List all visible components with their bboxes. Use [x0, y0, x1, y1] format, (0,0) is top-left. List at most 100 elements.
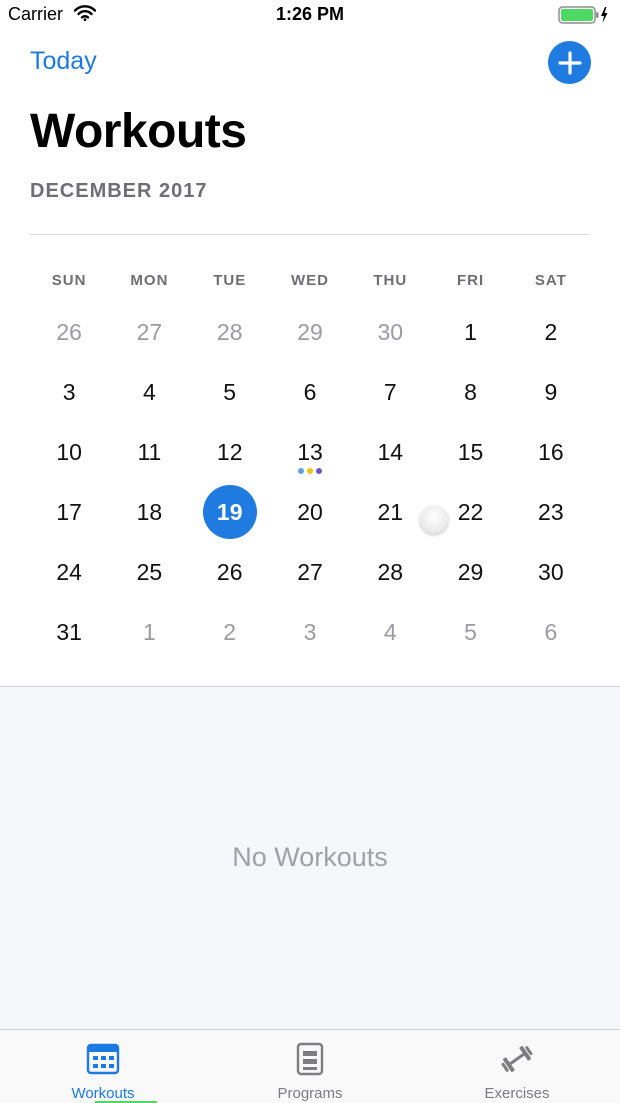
day-number: 18 [136, 498, 163, 525]
day-number: 28 [216, 318, 243, 345]
day-number: 5 [223, 378, 237, 405]
weekday-label: SAT [534, 272, 567, 289]
day-number: 10 [56, 438, 82, 465]
day-cell[interactable]: 8 [430, 362, 510, 422]
status-time: 1:26 PM [275, 4, 345, 24]
tab-bar: Workouts Programs Exercises [0, 1029, 620, 1103]
day-cell[interactable]: 5 [430, 602, 510, 662]
day-cell[interactable]: 12 [190, 422, 270, 482]
weekday-label: WED [290, 272, 329, 289]
day-cell[interactable]: 27 [270, 542, 350, 602]
day-cell[interactable]: 3 [29, 362, 109, 422]
day-cell[interactable]: 1 [109, 602, 189, 662]
day-cell[interactable]: 13 [270, 422, 350, 482]
weekday-label: TUE [213, 272, 247, 289]
day-cell[interactable]: 29 [430, 542, 510, 602]
day-cell[interactable]: 2 [190, 602, 270, 662]
tab-label: Exercises [484, 1085, 550, 1102]
day-number: 19 [216, 498, 243, 525]
tab-label: Programs [277, 1085, 343, 1102]
day-number: 26 [56, 318, 82, 345]
day-cell[interactable]: 16 [511, 422, 591, 482]
day-cell[interactable]: 11 [109, 422, 189, 482]
day-cell[interactable]: 4 [350, 602, 430, 662]
tab-workouts[interactable]: Workouts [40, 1030, 166, 1103]
battery-icon [558, 5, 610, 30]
day-cell[interactable]: 30 [511, 542, 591, 602]
day-cell[interactable]: 14 [350, 422, 430, 482]
day-cell[interactable]: 26 [190, 542, 270, 602]
day-number: 15 [457, 438, 484, 465]
day-cell[interactable]: 26 [29, 302, 109, 362]
day-number: 27 [297, 558, 323, 585]
day-cell[interactable]: 29 [270, 302, 350, 362]
event-dot [297, 468, 304, 474]
day-cell[interactable]: 21 [350, 482, 430, 542]
day-cell[interactable]: 10 [29, 422, 109, 482]
day-cell[interactable]: 18 [109, 482, 189, 542]
day-number: 29 [457, 558, 484, 585]
day-cell[interactable]: 9 [511, 362, 591, 422]
day-cell[interactable]: 4 [109, 362, 189, 422]
day-number: 9 [544, 378, 558, 405]
day-cell[interactable]: 7 [350, 362, 430, 422]
day-number: 16 [538, 438, 564, 465]
day-cell[interactable]: 15 [430, 422, 510, 482]
weekday-header-row: SUN MON TUE WED THU FRI SAT [29, 272, 591, 294]
day-number: 8 [464, 378, 477, 405]
plus-icon [557, 50, 582, 75]
selected-day-cell[interactable]: 19 [190, 482, 270, 542]
weekday-label: FRI [456, 272, 485, 289]
day-cell[interactable]: 23 [511, 482, 591, 542]
add-workout-button[interactable] [548, 41, 591, 84]
day-cell[interactable]: 24 [29, 542, 109, 602]
day-number: 27 [136, 318, 163, 345]
day-cell[interactable]: 1 [430, 302, 510, 362]
day-number: 3 [62, 378, 76, 405]
day-number: 25 [136, 558, 163, 585]
today-button[interactable]: Today [30, 47, 97, 76]
day-cell[interactable]: 6 [511, 602, 591, 662]
day-number: 20 [297, 498, 323, 525]
touch-indicator [420, 506, 448, 534]
day-number: 26 [216, 558, 243, 585]
calendar-icon [86, 1042, 120, 1076]
day-number: 6 [303, 378, 317, 405]
day-cell[interactable]: 5 [190, 362, 270, 422]
day-number: 22 [457, 498, 484, 525]
day-cell[interactable]: 3 [270, 602, 350, 662]
day-cell[interactable]: 17 [29, 482, 109, 542]
day-number: 29 [297, 318, 323, 345]
day-cell[interactable]: 28 [190, 302, 270, 362]
day-number: 23 [538, 498, 564, 525]
workout-list-area: No Workouts [0, 687, 620, 1029]
day-number: 28 [377, 558, 404, 585]
day-number: 21 [377, 498, 404, 525]
day-number: 5 [464, 618, 477, 645]
day-cell[interactable]: 2 [511, 302, 591, 362]
day-cell[interactable]: 25 [109, 542, 189, 602]
day-number: 31 [56, 618, 82, 645]
day-cell[interactable]: 31 [29, 602, 109, 662]
weekday-label: SUN [51, 272, 87, 289]
tab-exercises[interactable]: Exercises [454, 1030, 580, 1103]
tab-label: Workouts [71, 1085, 135, 1102]
calendar-grid: 26 27 28 29 30 1 2 3 4 5 6 7 8 9 10 11 12 13 14 15 16 17 18 19 2… [29, 302, 591, 662]
month-label: DECEMBER 2017 [30, 180, 208, 202]
day-number: 7 [383, 378, 397, 405]
day-number: 6 [544, 618, 558, 645]
event-dot [315, 468, 322, 474]
weekday-label: MON [130, 272, 169, 289]
day-cell[interactable]: 30 [350, 302, 430, 362]
tab-programs[interactable]: Programs [247, 1030, 373, 1103]
day-number: 11 [137, 438, 162, 465]
day-number: 3 [303, 618, 317, 645]
day-cell[interactable]: 6 [270, 362, 350, 422]
day-number: 12 [216, 438, 243, 465]
day-cell[interactable]: 27 [109, 302, 189, 362]
day-cell[interactable]: 20 [270, 482, 350, 542]
dumbbell-icon [500, 1042, 534, 1076]
empty-state-label: No Workouts [232, 842, 388, 872]
day-cell[interactable]: 28 [350, 542, 430, 602]
weekday-label: THU [373, 272, 408, 289]
